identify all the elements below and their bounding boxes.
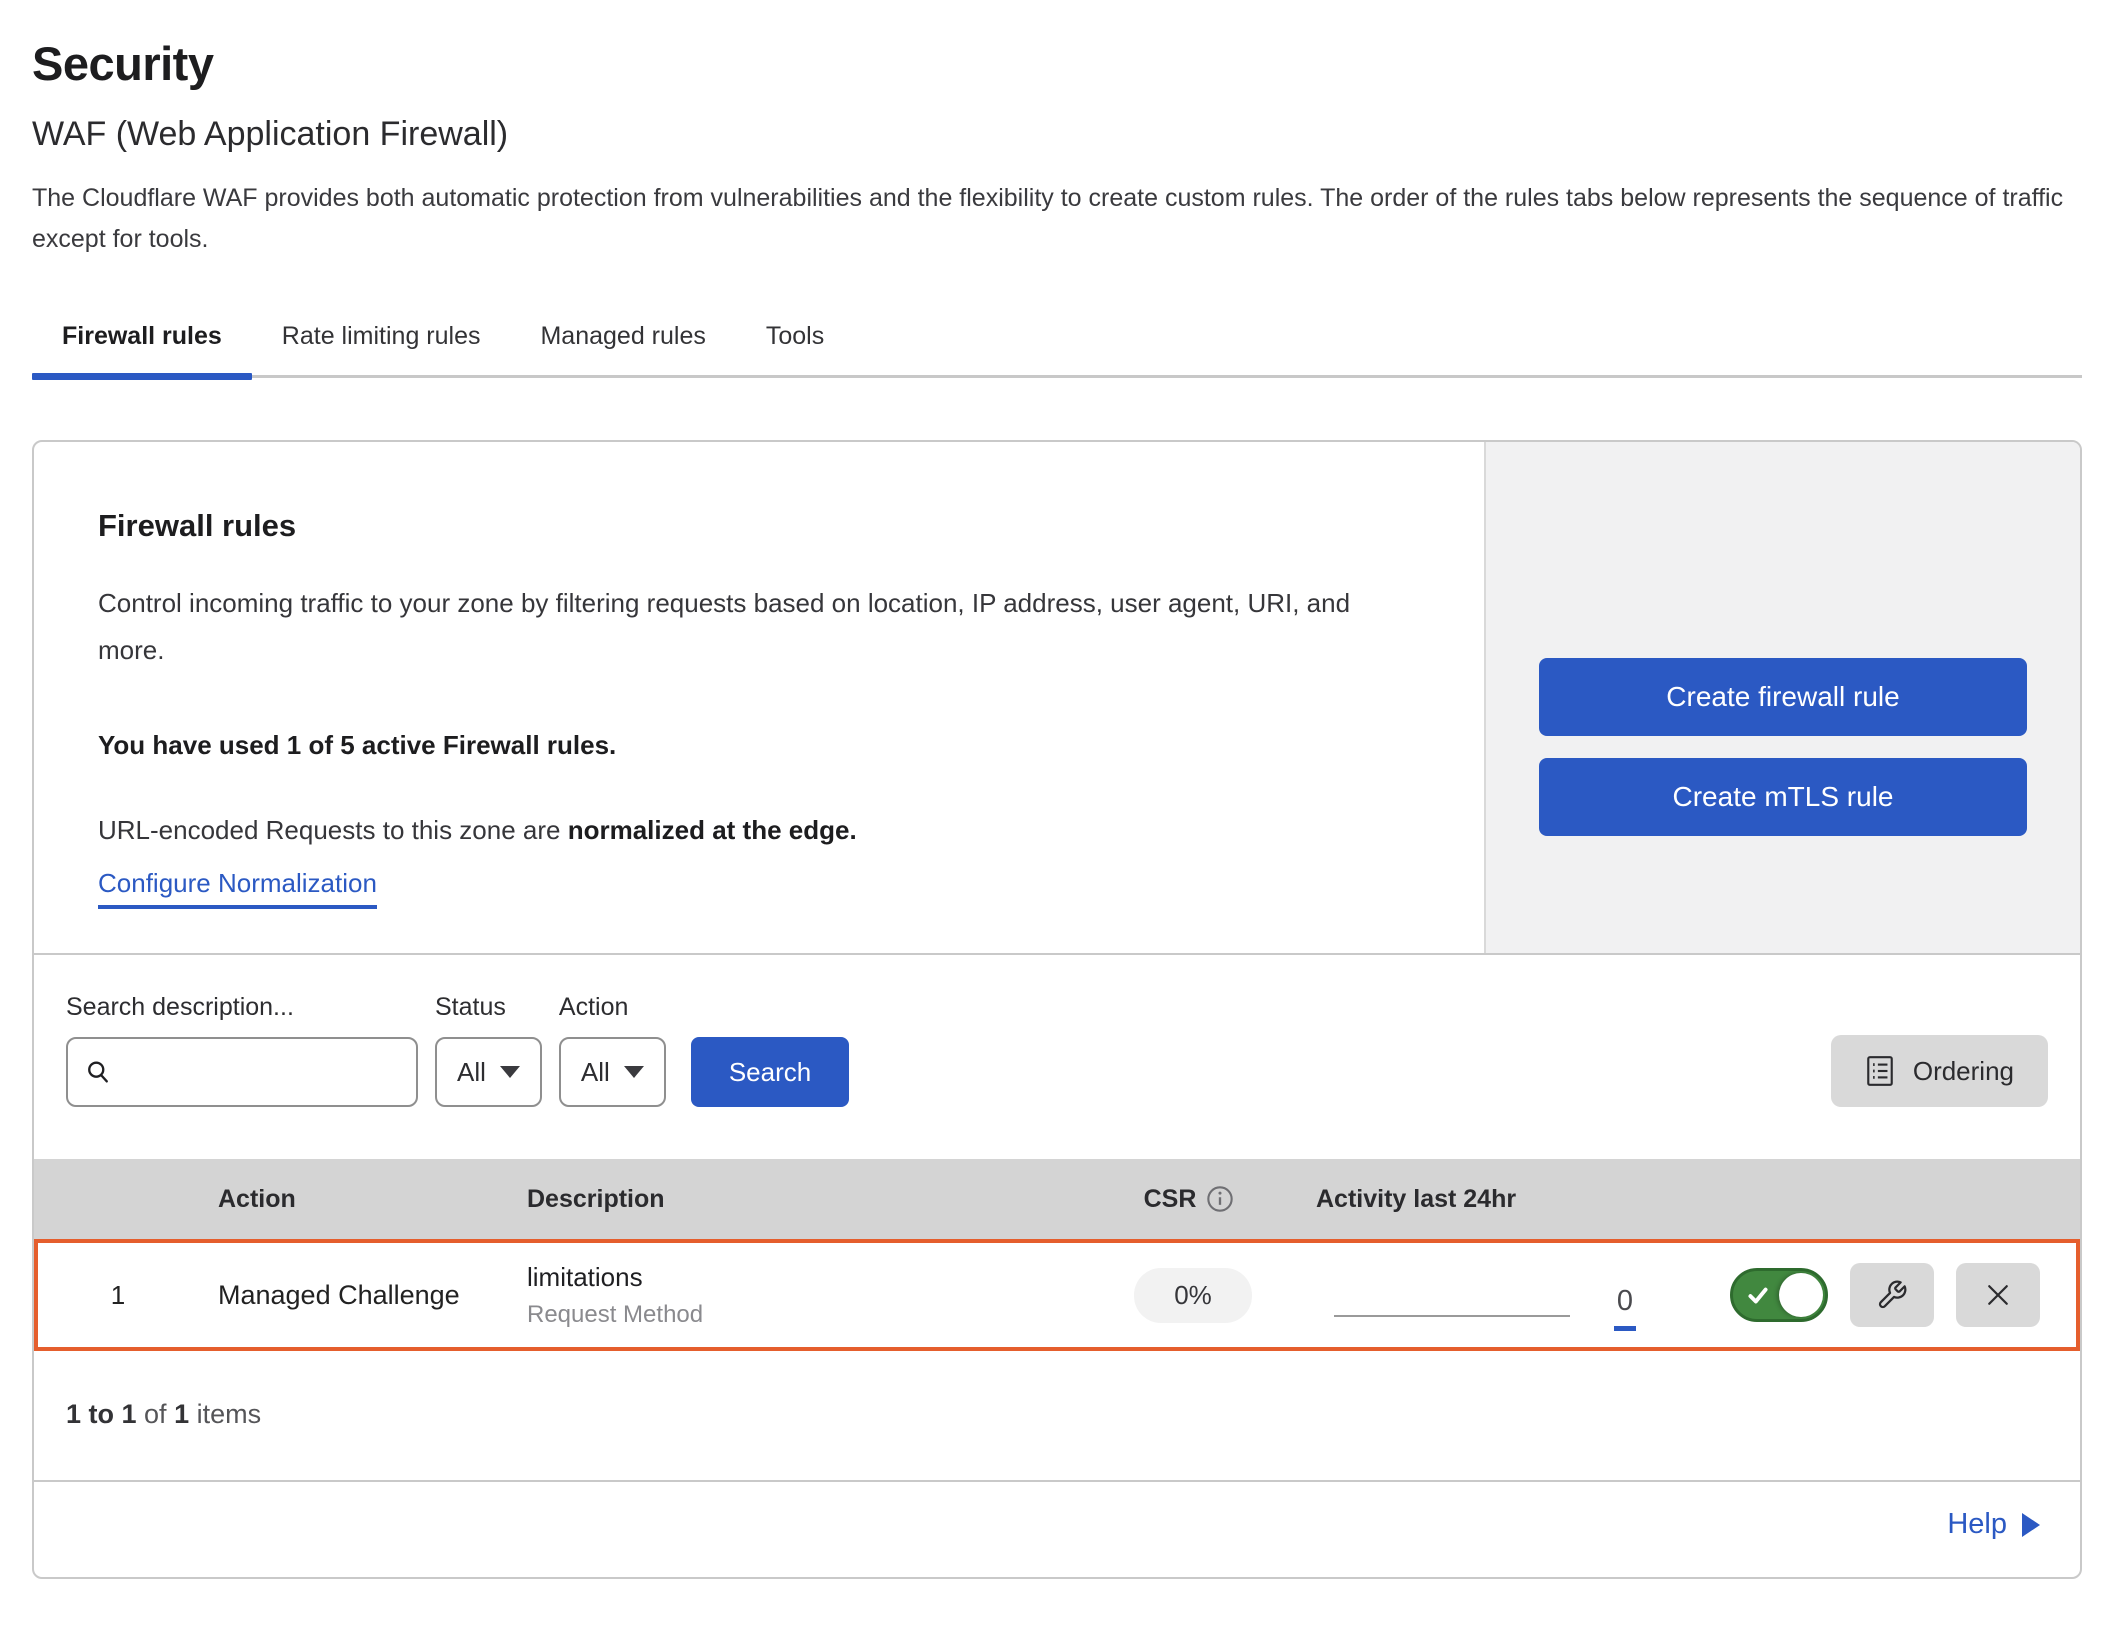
help-link-label: Help xyxy=(1947,1508,2007,1541)
search-button[interactable]: Search xyxy=(691,1037,849,1107)
actions-panel: Create firewall rule Create mTLS rule xyxy=(1484,442,2080,953)
items-word: items xyxy=(189,1399,261,1429)
column-header-csr: CSR xyxy=(1064,1185,1314,1214)
status-field-group: Status All xyxy=(435,993,542,1107)
page-subtitle: WAF (Web Application Firewall) xyxy=(32,115,2082,154)
normalization-note: URL-encoded Requests to this zone are no… xyxy=(98,815,1420,846)
table-row: 1 Managed Challenge limitations Request … xyxy=(34,1239,2080,1351)
activity-count-link[interactable]: 0 xyxy=(1614,1285,1636,1331)
firewall-rules-card: Firewall rules Control incoming traffic … xyxy=(32,440,2082,1579)
tab-rate-limiting-rules[interactable]: Rate limiting rules xyxy=(252,308,511,375)
delete-rule-button[interactable] xyxy=(1956,1263,2040,1327)
items-of: of xyxy=(137,1399,175,1429)
status-dropdown[interactable]: All xyxy=(435,1037,542,1107)
action-field-group: Action All xyxy=(559,993,666,1107)
page-title: Security xyxy=(32,36,2082,91)
column-header-activity: Activity last 24hr xyxy=(1314,1185,1644,1214)
column-header-action: Action xyxy=(194,1185,509,1214)
security-waf-page: Security WAF (Web Application Firewall) … xyxy=(0,36,2114,1579)
items-total: 1 xyxy=(174,1399,189,1429)
edit-rule-button[interactable] xyxy=(1850,1263,1934,1327)
rule-enabled-toggle[interactable] xyxy=(1730,1268,1828,1322)
chevron-down-icon xyxy=(624,1066,644,1078)
search-field-group: Search description... xyxy=(66,993,418,1107)
rules-table-header: Action Description CSR Activity last 24h… xyxy=(34,1159,2080,1239)
usage-summary: You have used 1 of 5 active Firewall rul… xyxy=(98,730,1420,761)
search-input[interactable] xyxy=(124,1058,446,1087)
action-dropdown-value: All xyxy=(581,1057,610,1088)
create-firewall-rule-button[interactable]: Create firewall rule xyxy=(1539,658,2027,736)
filter-bar: Search description... Status All xyxy=(34,953,2080,1159)
close-icon xyxy=(1983,1280,2013,1310)
chevron-down-icon xyxy=(500,1066,520,1078)
pagination-summary: 1 to 1 of 1 items xyxy=(34,1351,2080,1480)
rule-controls-cell xyxy=(1648,1263,2076,1327)
arrow-right-icon xyxy=(2022,1513,2040,1537)
create-mtls-rule-button[interactable]: Create mTLS rule xyxy=(1539,758,2027,836)
normalization-text: URL-encoded Requests to this zone are xyxy=(98,815,568,845)
rule-priority: 1 xyxy=(38,1280,198,1311)
configure-normalization-link[interactable]: Configure Normalization xyxy=(98,868,377,909)
search-label: Search description... xyxy=(66,993,418,1022)
column-header-description: Description xyxy=(509,1185,1064,1214)
ordering-button-label: Ordering xyxy=(1913,1056,2014,1087)
action-dropdown[interactable]: All xyxy=(559,1037,666,1107)
overview-intro: Firewall rules Control incoming traffic … xyxy=(34,442,1484,953)
rule-expression-summary: Request Method xyxy=(527,1301,1068,1329)
page-description: The Cloudflare WAF provides both automat… xyxy=(32,178,2082,260)
ordered-list-icon xyxy=(1865,1055,1895,1087)
info-icon[interactable] xyxy=(1206,1185,1234,1213)
rule-activity-cell: 0 xyxy=(1318,1243,1648,1347)
tab-firewall-rules[interactable]: Firewall rules xyxy=(32,308,252,375)
card-footer: Help xyxy=(34,1480,2080,1577)
csr-header-label: CSR xyxy=(1144,1185,1197,1214)
wrench-icon xyxy=(1876,1279,1908,1311)
rule-csr-cell: 0% xyxy=(1068,1268,1318,1323)
items-range: 1 to 1 xyxy=(66,1399,137,1429)
overview-description: Control incoming traffic to your zone by… xyxy=(98,580,1388,674)
ordering-button[interactable]: Ordering xyxy=(1831,1035,2048,1107)
tab-tools[interactable]: Tools xyxy=(736,308,854,375)
status-label: Status xyxy=(435,993,542,1022)
waf-tab-bar: Firewall rules Rate limiting rules Manag… xyxy=(32,308,2082,378)
activity-sparkline xyxy=(1334,1315,1570,1317)
search-icon xyxy=(84,1058,112,1086)
toggle-knob xyxy=(1779,1273,1823,1317)
rule-description-cell: limitations Request Method xyxy=(513,1262,1068,1329)
tab-managed-rules[interactable]: Managed rules xyxy=(510,308,735,375)
csr-badge: 0% xyxy=(1134,1268,1252,1323)
overview-section: Firewall rules Control incoming traffic … xyxy=(34,442,2080,953)
help-link[interactable]: Help xyxy=(1947,1508,2040,1541)
status-dropdown-value: All xyxy=(457,1057,486,1088)
rule-description: limitations xyxy=(527,1262,1068,1293)
overview-heading: Firewall rules xyxy=(98,508,1420,544)
check-icon xyxy=(1745,1282,1771,1308)
action-label: Action xyxy=(559,993,666,1022)
search-input-box[interactable] xyxy=(66,1037,418,1107)
normalization-bold: normalized at the edge. xyxy=(568,815,857,845)
rule-action: Managed Challenge xyxy=(198,1280,513,1311)
